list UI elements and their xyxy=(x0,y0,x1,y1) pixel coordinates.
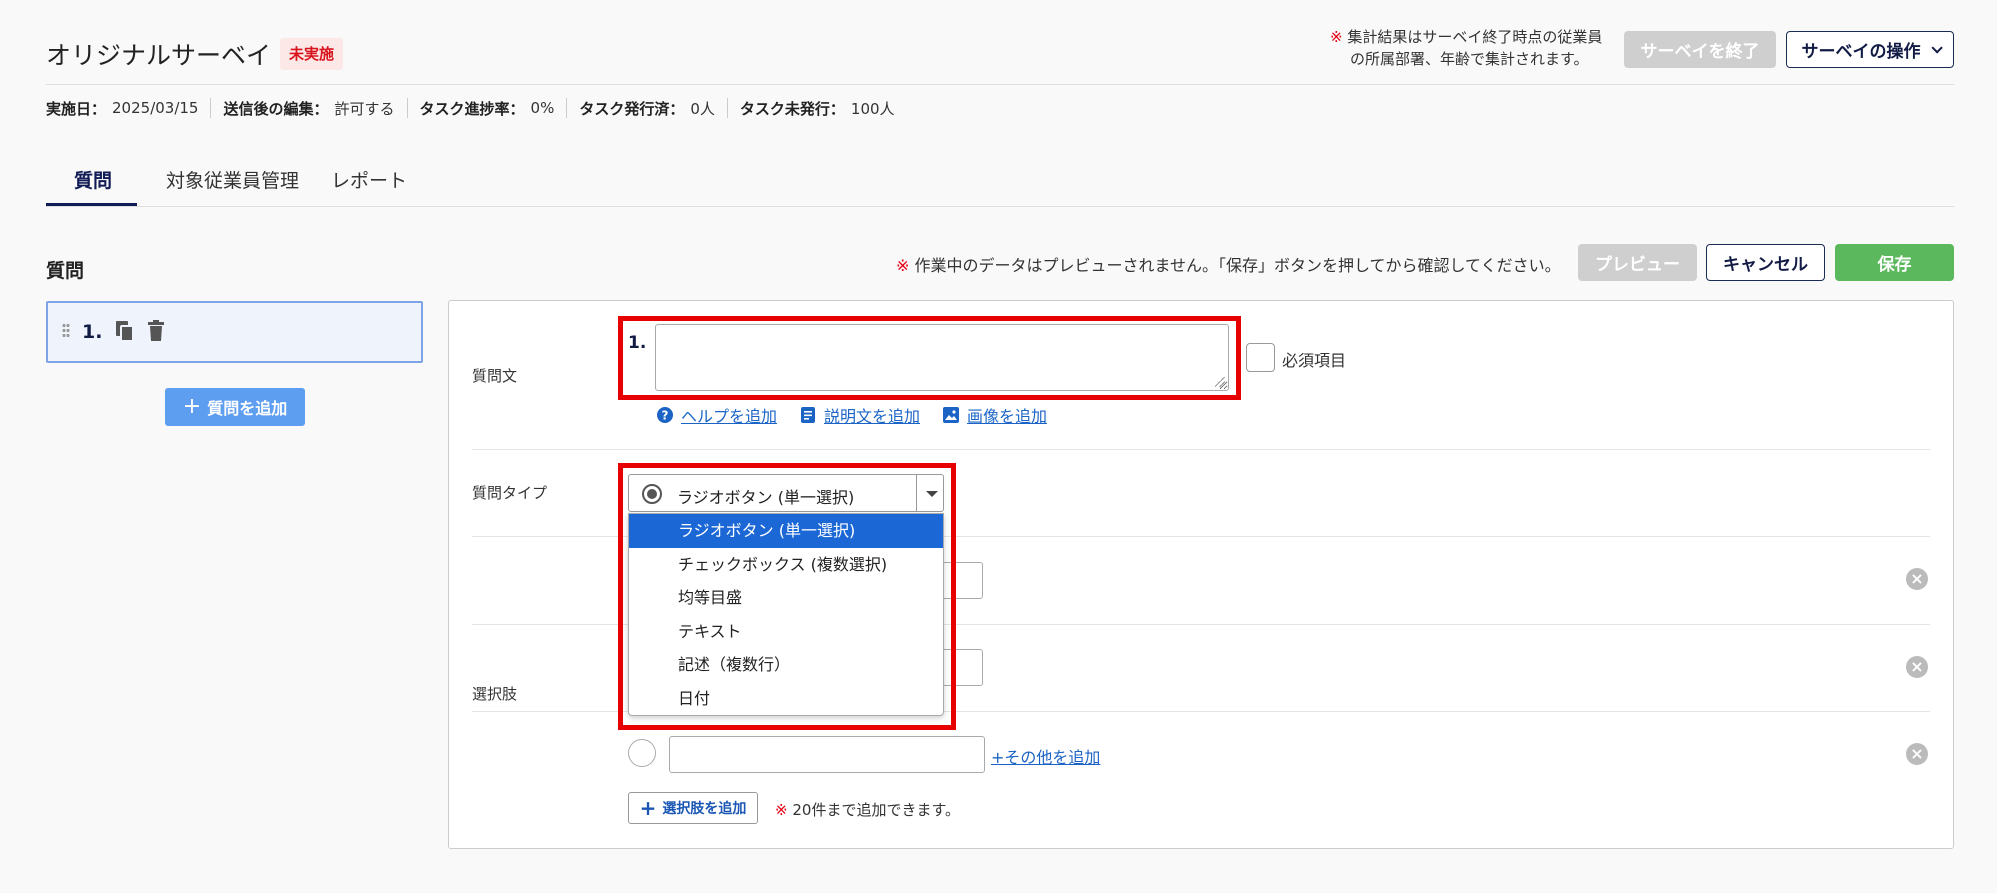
remove-choice-icon[interactable]: × xyxy=(1906,743,1928,765)
type-option-checkbox[interactable]: チェックボックス (複数選択) xyxy=(629,548,943,582)
tab-target-employees[interactable]: 対象従業員管理 xyxy=(166,166,299,193)
questions-section-label: 質問 xyxy=(46,260,85,282)
add-other-link[interactable]: +その他を追加 xyxy=(991,744,1100,768)
plus-icon: + xyxy=(182,394,202,419)
header-divider xyxy=(46,84,1954,85)
caret-down-icon[interactable] xyxy=(926,491,938,497)
meta-task-progress: タスク進捗率： 0% xyxy=(406,98,567,118)
question-text-label: 質問文 xyxy=(472,367,518,385)
notice-line-2: の所属部署、年齢で集計されます。 xyxy=(1350,50,1589,68)
add-choice-label: 選択肢を追加 xyxy=(662,801,747,817)
status-badge: 未実施 xyxy=(280,38,344,70)
plus-icon: + xyxy=(639,796,657,820)
max-choices-note: ※ 20件まで追加できます。 xyxy=(775,801,960,819)
select-separator xyxy=(916,475,917,511)
help-icon: ? xyxy=(657,407,673,423)
question-type-value: ラジオボタン (単一選択) xyxy=(677,488,855,507)
document-icon xyxy=(800,407,816,423)
notice-line-1: 集計結果はサーベイ終了時点の従業員 xyxy=(1347,28,1603,46)
tabs-divider xyxy=(46,206,1954,207)
radio-button-icon xyxy=(642,484,662,504)
copy-icon[interactable] xyxy=(114,319,136,343)
add-choice-button[interactable]: + 選択肢を追加 xyxy=(628,792,758,824)
meta-task-issued: タスク発行済： 0人 xyxy=(566,98,727,118)
meta-date: 実施日： 2025/03/15 xyxy=(46,99,199,118)
trash-icon[interactable] xyxy=(145,319,167,343)
end-survey-button[interactable]: サーベイを終了 xyxy=(1624,31,1776,68)
type-option-scale[interactable]: 均等目盛 xyxy=(629,581,943,615)
svg-text:?: ? xyxy=(662,409,669,423)
drag-handle-icon[interactable] xyxy=(62,323,70,339)
panel-divider-1 xyxy=(472,449,1930,450)
type-option-radio[interactable]: ラジオボタン (単一選択) xyxy=(629,514,943,548)
add-help-link[interactable]: ? ヘルプを追加 xyxy=(657,403,777,427)
remove-choice-icon[interactable]: × xyxy=(1906,656,1928,678)
question-text-number: 1. xyxy=(628,333,647,353)
add-description-link[interactable]: 説明文を追加 xyxy=(800,403,920,427)
resize-grip-icon[interactable] xyxy=(1215,377,1225,387)
chevron-down-icon xyxy=(1930,41,1943,54)
image-icon xyxy=(943,407,959,423)
cancel-button[interactable]: キャンセル xyxy=(1706,244,1825,281)
notice-mark: ※ xyxy=(1330,28,1343,46)
choice-radio-other[interactable] xyxy=(628,739,656,767)
question-type-label: 質問タイプ xyxy=(472,484,548,502)
choice-input-3[interactable] xyxy=(669,736,985,773)
required-label: 必須項目 xyxy=(1282,351,1347,370)
survey-meta: 実施日： 2025/03/15 送信後の編集： 許可する タスク進捗率： 0% タスク… xyxy=(46,98,907,118)
type-option-multiline[interactable]: 記述（複数行） xyxy=(629,648,943,682)
survey-operations-button[interactable]: サーベイの操作 xyxy=(1786,31,1954,68)
question-type-dropdown: ラジオボタン (単一選択) チェックボックス (複数選択) 均等目盛 テキスト … xyxy=(628,513,944,716)
survey-operations-label: サーベイの操作 xyxy=(1801,42,1921,62)
question-text-input[interactable] xyxy=(655,324,1229,391)
page-title: オリジナルサーベイ xyxy=(46,41,272,70)
question-type-select[interactable]: ラジオボタン (単一選択) xyxy=(628,474,944,512)
remove-choice-icon[interactable]: × xyxy=(1906,568,1928,590)
type-option-text[interactable]: テキスト xyxy=(629,615,943,649)
save-button[interactable]: 保存 xyxy=(1835,244,1954,281)
choices-label: 選択肢 xyxy=(472,685,518,703)
tab-questions[interactable]: 質問 xyxy=(74,166,112,193)
add-question-label: 質問を追加 xyxy=(207,399,288,418)
required-checkbox[interactable] xyxy=(1246,343,1275,372)
type-option-date[interactable]: 日付 xyxy=(629,682,943,715)
tab-report[interactable]: レポート xyxy=(331,166,407,193)
question-list-number: 1. xyxy=(82,321,103,343)
add-question-button[interactable]: + 質問を追加 xyxy=(165,388,305,426)
meta-task-unissued: タスク未発行： 100人 xyxy=(726,98,907,118)
meta-edit-after-submit: 送信後の編集： 許可する xyxy=(210,98,406,118)
preview-notice: ※ 作業中のデータはプレビューされません。「保存」ボタンを押してから確認してくだ… xyxy=(896,256,1561,275)
aggregation-notice: ※ 集計結果はサーベイ終了時点の従業員 の所属部署、年齢で集計されます。 xyxy=(1330,26,1620,70)
question-list-item[interactable]: 1. xyxy=(46,301,423,363)
preview-button[interactable]: プレビュー xyxy=(1578,244,1697,281)
add-image-link[interactable]: 画像を追加 xyxy=(943,403,1047,427)
